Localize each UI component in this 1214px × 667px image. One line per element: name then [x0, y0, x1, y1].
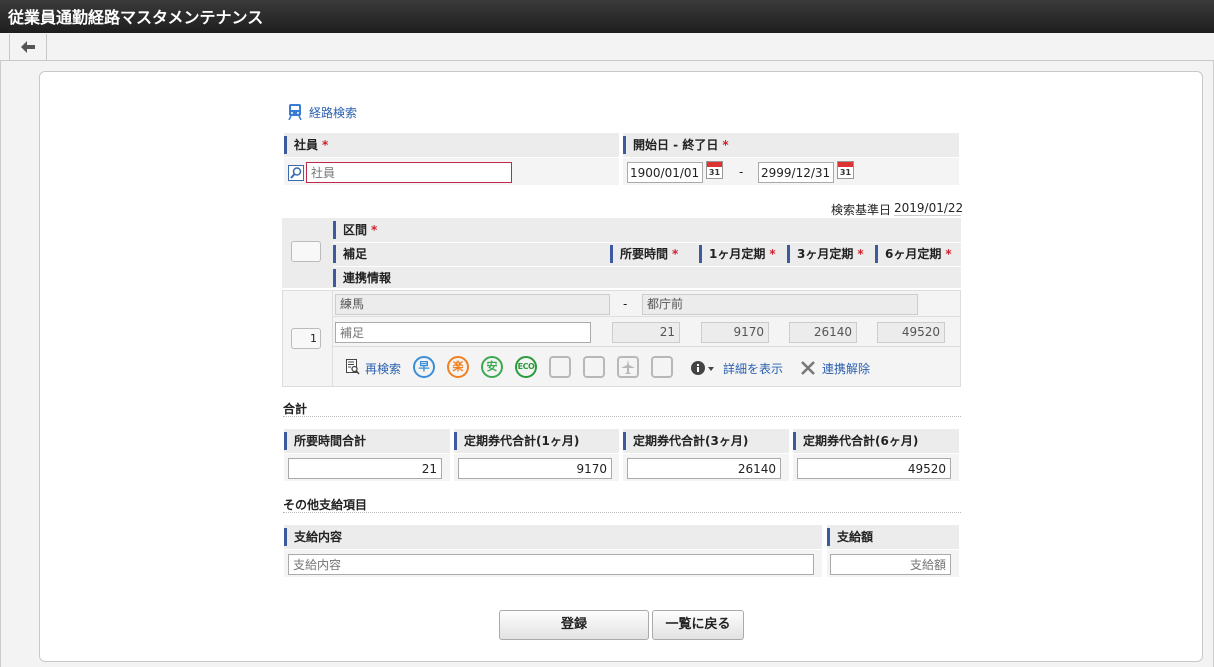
employee-input[interactable] [306, 162, 512, 183]
total-m3-header: 定期券代合計(3ヶ月) [623, 429, 789, 453]
amount-input[interactable] [830, 554, 951, 575]
link-info-header: 連携情報 [333, 266, 961, 290]
m6-field: 49520 [877, 322, 945, 343]
total-m6-input[interactable] [797, 458, 951, 479]
m6-header: 6ヶ月定期 * [875, 242, 961, 266]
m3-field: 26140 [789, 322, 857, 343]
employee-header: 社員 * [284, 133, 619, 157]
period-separator: - [739, 165, 744, 179]
total-m6-header: 定期券代合計(6ヶ月) [793, 429, 959, 453]
base-date-value: 2019/01/22 [894, 201, 964, 216]
train-icon [288, 104, 302, 120]
toolbar [0, 33, 1214, 61]
unlink-link[interactable]: 連携解除 [822, 360, 870, 377]
total-time-input[interactable] [288, 458, 442, 479]
register-button[interactable]: 登録 [499, 610, 649, 640]
mode-cheap-button[interactable]: 安 [481, 356, 503, 378]
back-button[interactable] [9, 34, 47, 60]
select-all-checkbox[interactable] [291, 241, 321, 262]
period-header: 開始日 - 終了日 * [623, 133, 959, 157]
mode-easy-button[interactable]: 楽 [447, 356, 469, 378]
mode-fast-button[interactable]: 早 [413, 356, 435, 378]
search-icon[interactable] [288, 165, 304, 181]
mode-eco-button[interactable]: ECO [515, 356, 537, 378]
total-time-header: 所要時間合計 [284, 429, 450, 453]
note-header: 補足 [333, 242, 607, 266]
total-m1-header: 定期券代合計(1ヶ月) [454, 429, 619, 453]
m3-header: 3ヶ月定期 * [787, 242, 873, 266]
research-icon[interactable] [346, 359, 360, 375]
row-number[interactable]: 1 [291, 328, 321, 349]
m1-header: 1ヶ月定期 * [699, 242, 785, 266]
note-input[interactable] [335, 322, 591, 343]
station-separator: - [623, 297, 628, 311]
section-header: 区間 * [333, 218, 961, 242]
end-calendar-icon[interactable]: 31 [837, 161, 854, 179]
start-calendar-icon[interactable]: 31 [706, 161, 723, 179]
totals-title: 合計 [283, 402, 308, 416]
from-station-field: 練馬 [335, 294, 610, 315]
other-title: その他支給項目 [283, 498, 368, 512]
shinkansen-filter-icon[interactable] [651, 356, 673, 378]
info-icon[interactable] [691, 360, 717, 376]
back-to-list-button[interactable]: 一覧に戻る [652, 610, 744, 640]
back-arrow-icon [21, 41, 35, 53]
research-link[interactable]: 再検索 [365, 360, 401, 377]
show-details-link[interactable]: 詳細を表示 [723, 360, 783, 377]
airplane-filter-icon[interactable] [617, 356, 639, 378]
m1-field: 9170 [701, 322, 769, 343]
amount-header: 支給額 [827, 525, 959, 549]
to-station-field: 都庁前 [642, 294, 918, 315]
start-date-input[interactable] [627, 162, 703, 183]
route-search-link[interactable]: 経路検索 [309, 104, 357, 121]
total-m3-input[interactable] [627, 458, 781, 479]
bus-filter-icon[interactable] [583, 356, 605, 378]
total-m1-input[interactable] [458, 458, 612, 479]
train-filter-icon[interactable] [549, 356, 571, 378]
end-date-input[interactable] [758, 162, 834, 183]
content-input[interactable] [288, 554, 814, 575]
time-header: 所要時間 * [610, 242, 698, 266]
base-date-label: 検索基準日 [831, 203, 892, 217]
window-title: 従業員通勤経路マスタメンテナンス [0, 0, 1214, 33]
unlink-icon[interactable] [800, 360, 816, 376]
time-field: 21 [612, 322, 680, 343]
content-header: 支給内容 [284, 525, 822, 549]
